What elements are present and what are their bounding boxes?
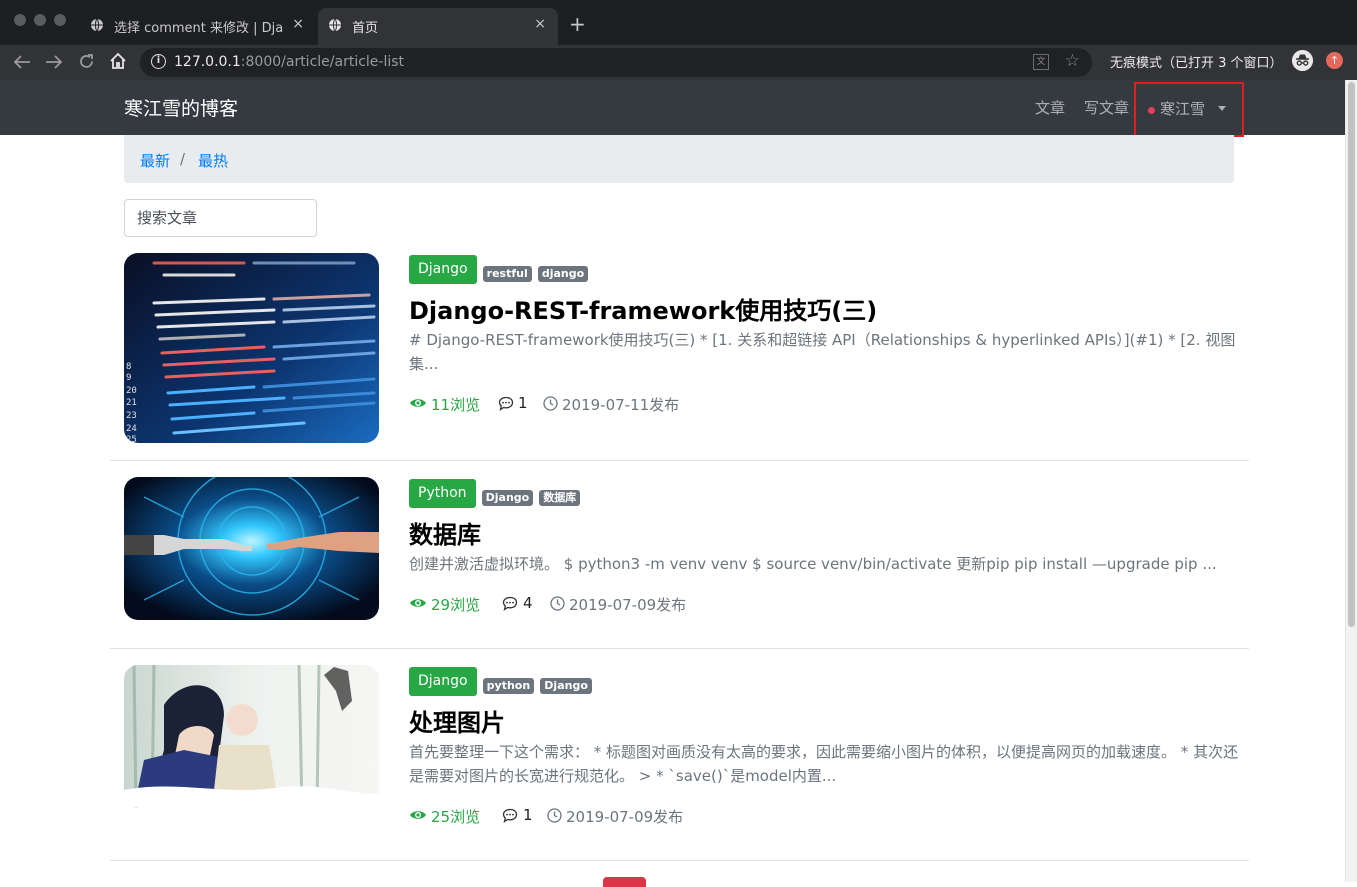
site-info-icon[interactable]: i — [151, 54, 166, 69]
url-host: 127.0.0.1 — [174, 54, 241, 70]
publish-date: 2019-07-11发布 — [562, 396, 680, 414]
back-arrow-icon[interactable] — [13, 54, 31, 70]
close-tab-icon[interactable]: × — [292, 16, 304, 32]
url-path: :8000/article/article-list — [240, 54, 405, 70]
comment-icon — [498, 396, 514, 411]
globe-icon — [91, 18, 103, 32]
incognito-label: 无痕模式（已打开 3 个窗口） — [1110, 56, 1283, 71]
zoom-window-button[interactable] — [54, 14, 66, 26]
article-divider — [110, 860, 1249, 861]
svg-text:25: 25 — [126, 435, 137, 443]
tab-admin-comment[interactable]: 选择 comment 来修改 | Django × — [80, 8, 316, 45]
update-available-icon[interactable]: ↑ — [1326, 52, 1343, 69]
url-text: 127.0.0.1:8000/article/article-list — [174, 54, 404, 70]
tab-title: 选择 comment 来修改 | Django — [114, 21, 284, 36]
clock-icon — [550, 596, 565, 611]
article-badges: Django python Django — [409, 667, 592, 696]
close-window-button[interactable] — [14, 14, 26, 26]
eye-icon — [410, 399, 426, 407]
article-title[interactable]: Django-REST-framework使用技巧(三) — [409, 291, 877, 326]
article-title[interactable]: 处理图片 — [409, 703, 505, 738]
page-scrollbar[interactable] — [1345, 80, 1357, 882]
article-excerpt: # Django-REST-framework使用技巧(三) * [1. 关系和… — [409, 331, 1236, 373]
scrollbar-thumb[interactable] — [1348, 82, 1355, 627]
article-thumbnail[interactable] — [124, 477, 379, 620]
nav-articles-link[interactable]: 文章 — [1035, 97, 1065, 118]
browser-tab-bar: 选择 comment 来修改 | Django × 首页 × + — [0, 0, 1357, 45]
breadcrumb: 最新 / 最热 — [124, 135, 1234, 183]
tag-badge[interactable]: Django — [540, 678, 592, 694]
svg-text:8: 8 — [126, 362, 131, 372]
comment-icon — [502, 596, 518, 611]
eye-icon — [410, 811, 426, 819]
tag-badge[interactable]: restful — [482, 266, 532, 282]
svg-text:20: 20 — [126, 386, 137, 396]
column-badge[interactable]: Python — [409, 479, 476, 508]
forward-arrow-icon[interactable] — [45, 54, 63, 70]
pagination-current-page[interactable] — [603, 877, 646, 887]
bookmark-star-icon[interactable]: ☆ — [1065, 51, 1080, 71]
comment-icon — [502, 808, 518, 823]
article-divider — [110, 648, 1249, 649]
breadcrumb-separator: / — [180, 150, 186, 168]
comment-count: 1 — [518, 394, 528, 412]
publish-date: 2019-07-09发布 — [569, 596, 687, 614]
reload-icon[interactable] — [78, 53, 95, 70]
user-dropdown-toggle[interactable]: 寒江雪 — [1134, 82, 1244, 137]
chevron-down-icon — [1218, 106, 1226, 111]
globe-icon — [329, 18, 341, 32]
view-count: 25浏览 — [431, 808, 481, 826]
tag-badge[interactable]: 数据库 — [539, 490, 581, 506]
article-card: Django python Django 处理图片 首先要整理一下这个需求： *… — [110, 665, 1249, 861]
tag-badge[interactable]: Django — [481, 490, 534, 506]
svg-text:21: 21 — [126, 398, 137, 408]
close-tab-icon[interactable]: × — [534, 16, 546, 32]
address-bar[interactable]: i 127.0.0.1:8000/article/article-list 文 … — [140, 48, 1092, 77]
article-excerpt: 创建并激活虚拟环境。 $ python3 -m venv venv $ sour… — [409, 555, 1217, 573]
view-count: 29浏览 — [431, 596, 481, 614]
tab-title: 首页 — [352, 21, 379, 36]
site-navbar: 寒江雪的博客 文章 写文章 寒江雪 — [0, 80, 1345, 137]
article-thumbnail[interactable]: 89 20 21 23 2425 — [124, 253, 379, 443]
svg-text:9: 9 — [126, 373, 131, 383]
nav-write-article-link[interactable]: 写文章 — [1084, 97, 1129, 118]
column-badge[interactable]: Django — [409, 667, 477, 696]
column-badge[interactable]: Django — [409, 255, 477, 284]
tag-badge[interactable]: python — [482, 678, 535, 694]
new-tab-button[interactable]: + — [569, 12, 586, 36]
tab-homepage[interactable]: 首页 × — [318, 8, 558, 45]
article-card: Python Django 数据库 数据库 创建并激活虚拟环境。 $ pytho… — [110, 477, 1249, 649]
incognito-icon[interactable] — [1292, 50, 1313, 71]
home-icon[interactable] — [108, 51, 128, 71]
site-brand[interactable]: 寒江雪的博客 — [124, 94, 238, 121]
svg-text:23: 23 — [126, 411, 137, 421]
eye-icon — [410, 599, 426, 607]
article-excerpt: 首先要整理一下这个需求： * 标题图对画质没有太高的要求，因此需要缩小图片的体积… — [409, 743, 1239, 785]
article-card: 8 9 20 21 23 24 25 Django restful django Djang… — [110, 253, 1249, 461]
translate-icon[interactable]: 文 — [1033, 54, 1049, 70]
comment-count: 1 — [523, 806, 533, 824]
article-thumbnail[interactable] — [124, 665, 379, 808]
minimize-window-button[interactable] — [34, 14, 46, 26]
clock-icon — [543, 396, 558, 411]
username-label: 寒江雪 — [1160, 100, 1206, 118]
clock-icon — [547, 808, 562, 823]
svg-text:24: 24 — [126, 424, 137, 434]
tag-badge[interactable]: django — [537, 266, 589, 282]
sort-latest-link[interactable]: 最新 — [140, 150, 170, 171]
notification-dot — [1148, 107, 1155, 114]
article-title[interactable]: 数据库 — [409, 515, 481, 550]
article-badges: Django restful django — [409, 255, 589, 284]
search-input[interactable] — [124, 199, 317, 237]
publish-date: 2019-07-09发布 — [566, 808, 684, 826]
article-divider — [110, 460, 1249, 461]
view-count: 11浏览 — [431, 396, 481, 414]
article-badges: Python Django 数据库 — [409, 479, 581, 508]
sort-hottest-link[interactable]: 最热 — [198, 150, 228, 171]
comment-count: 4 — [523, 594, 533, 612]
